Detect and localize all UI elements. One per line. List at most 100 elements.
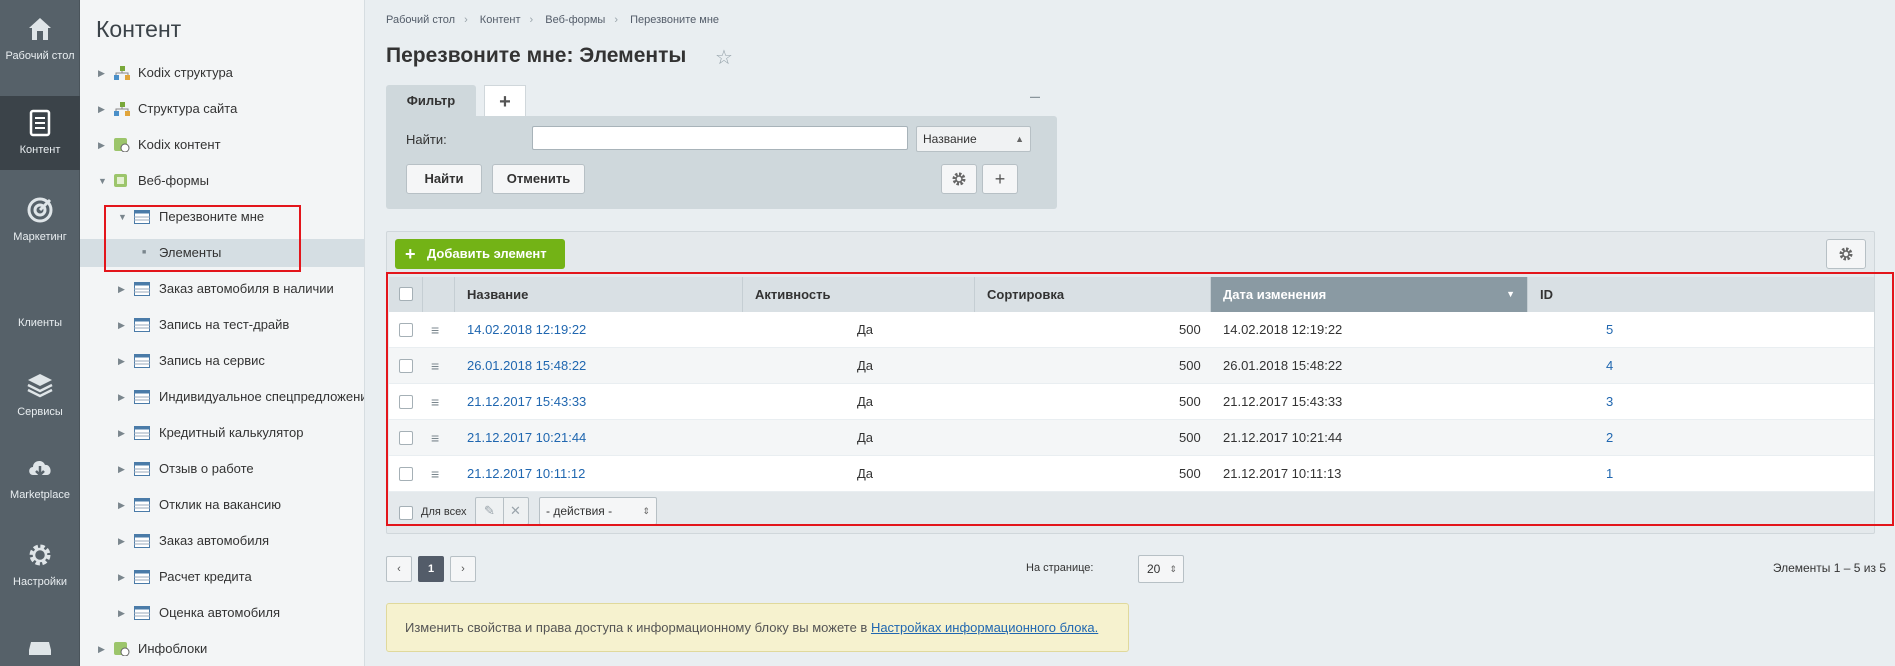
per-page-value: 20 [1147, 562, 1161, 576]
menu-marketing-label: Маркетинг [13, 231, 67, 243]
tree-item-label: Веб-формы [138, 173, 209, 188]
tree-item-label: Оценка автомобиля [159, 605, 281, 620]
find-input[interactable] [532, 126, 908, 150]
tree-item-site-structure[interactable]: ▶ Структура сайта [80, 95, 364, 123]
expand-arrow-icon[interactable]: ▶ [98, 635, 108, 663]
per-page-select[interactable]: 20 ⇕ [1138, 555, 1184, 583]
home-icon [29, 18, 51, 40]
tree-item-kodix-content[interactable]: ▶ Kodix контент [80, 131, 364, 159]
next-page-button[interactable]: › [450, 556, 476, 582]
table-icon [134, 354, 150, 368]
breadcrumb-item[interactable]: Контент [480, 14, 521, 26]
table-icon [134, 498, 150, 512]
add-filter-tab-button[interactable]: + [484, 85, 526, 117]
menu-services[interactable]: Сервисы [0, 370, 80, 418]
tree-item-web-forms[interactable]: ▼ Веб-формы [80, 167, 364, 195]
collapse-arrow-icon[interactable]: ▼ [98, 167, 108, 195]
expand-arrow-icon[interactable]: ▶ [118, 491, 128, 519]
tree-item-kodix-structure[interactable]: ▶ Kodix структура [80, 59, 364, 87]
menu-desktop[interactable]: Рабочий стол [0, 14, 80, 62]
expand-arrow-icon[interactable]: ▶ [98, 131, 108, 159]
tree-item-work-review[interactable]: ▶ Отзыв о работе [80, 455, 364, 483]
add-element-button[interactable]: + Добавить элемент [395, 239, 565, 269]
tree-item-label: Расчет кредита [159, 569, 252, 584]
expand-arrow-icon[interactable]: ▶ [118, 419, 128, 447]
page-1-button[interactable]: 1 [418, 556, 444, 582]
expand-arrow-icon[interactable]: ▶ [118, 527, 128, 555]
menu-desktop-label: Рабочий стол [5, 50, 75, 62]
gear-icon [29, 544, 51, 566]
find-button[interactable]: Найти [406, 164, 482, 194]
filter-tab[interactable]: Фильтр [386, 85, 476, 117]
tree-item-infoblocks[interactable]: ▶ Инфоблоки [80, 635, 364, 663]
expand-arrow-icon[interactable]: ▶ [118, 311, 128, 339]
menu-marketing[interactable]: Маркетинг [0, 195, 80, 243]
menu-settings-label: Настройки [13, 576, 67, 588]
menu-settings[interactable]: Настройки [0, 540, 80, 588]
structure-icon [114, 66, 130, 80]
menu-car[interactable] [0, 630, 80, 666]
field-select-value: Название [923, 132, 977, 146]
breadcrumb: Рабочий стол › Контент › Веб-формы › Перезв… [386, 14, 719, 26]
document-icon [29, 109, 51, 137]
menu-services-label: Сервисы [17, 406, 63, 418]
filter-settings-button[interactable] [941, 164, 977, 194]
breadcrumb-item[interactable]: Веб-формы [545, 14, 605, 26]
menu-content-label: Контент [19, 144, 61, 156]
add-element-label: Добавить элемент [427, 246, 547, 261]
structure-icon [114, 102, 130, 116]
table-icon [134, 606, 150, 620]
grid-settings-button[interactable] [1826, 239, 1866, 269]
tree-item-label: Кредитный калькулятор [159, 425, 304, 440]
menu-content[interactable]: Контент [0, 96, 80, 170]
menu-marketplace[interactable]: Marketplace [0, 453, 80, 501]
expand-arrow-icon[interactable]: ▶ [118, 563, 128, 591]
breadcrumb-item[interactable]: Перезвоните мне [630, 14, 719, 26]
menu-marketplace-label: Marketplace [10, 489, 70, 501]
tree-item-label: Заказ автомобиля в наличии [159, 281, 334, 296]
breadcrumb-separator: › [529, 14, 534, 26]
target-icon [27, 197, 53, 223]
tree-item-label: Kodix структура [138, 65, 233, 80]
expand-arrow-icon[interactable]: ▶ [118, 275, 128, 303]
add-filter-field-button[interactable]: + [982, 164, 1018, 194]
tree-item-label: Структура сайта [138, 101, 238, 116]
tree-item-credit-calculator[interactable]: ▶ Кредитный калькулятор [80, 419, 364, 447]
cancel-button[interactable]: Отменить [492, 164, 585, 194]
tree-item-credit-calc[interactable]: ▶ Расчет кредита [80, 563, 364, 591]
field-select[interactable]: Название ▲ [916, 126, 1031, 152]
gear-icon [1839, 247, 1853, 261]
gear-icon [952, 172, 966, 186]
infoblock-settings-link[interactable]: Настройках информационного блока. [871, 620, 1098, 635]
page-title: Перезвоните мне: Элементы [386, 44, 687, 67]
elements-total: Элементы 1 – 5 из 5 [1772, 561, 1886, 575]
find-label: Найти: [406, 132, 447, 147]
expand-arrow-icon[interactable]: ▶ [118, 347, 128, 375]
table-icon [134, 318, 150, 332]
expand-arrow-icon[interactable]: ▶ [118, 599, 128, 627]
tree-item-car-valuation[interactable]: ▶ Оценка автомобиля [80, 599, 364, 627]
tree-item-car-order[interactable]: ▶ Заказ автомобиля [80, 527, 364, 555]
expand-arrow-icon[interactable]: ▶ [98, 59, 108, 87]
expand-arrow-icon[interactable]: ▶ [98, 95, 108, 123]
menu-clients[interactable]: Клиенты [0, 281, 80, 329]
car-icon [29, 642, 51, 655]
collapse-filter-button[interactable]: – [1030, 86, 1040, 107]
tree-item-test-drive[interactable]: ▶ Запись на тест-драйв [80, 311, 364, 339]
table-icon [134, 390, 150, 404]
prev-page-button[interactable]: ‹ [386, 556, 412, 582]
main-menu-bar: Рабочий стол Контент Маркетинг Клиенты С… [0, 0, 80, 666]
expand-arrow-icon[interactable]: ▶ [118, 383, 128, 411]
breadcrumb-separator: › [614, 14, 619, 26]
tree-item-label: Отклик на вакансию [159, 497, 281, 512]
tree-item-service[interactable]: ▶ Запись на сервис [80, 347, 364, 375]
tree-item-special-offer[interactable]: ▶ Индивидуальное спецпредложени [80, 383, 364, 411]
tree-item-order-stock-car[interactable]: ▶ Заказ автомобиля в наличии [80, 275, 364, 303]
expand-arrow-icon[interactable]: ▶ [118, 455, 128, 483]
star-icon[interactable]: ☆ [715, 45, 733, 70]
select-arrows-icon: ⇕ [1169, 564, 1177, 574]
tree-item-vacancy-response[interactable]: ▶ Отклик на вакансию [80, 491, 364, 519]
select-arrows-icon: ▲ [1015, 134, 1024, 144]
breadcrumb-item[interactable]: Рабочий стол [386, 14, 455, 26]
layers-icon [27, 374, 53, 398]
